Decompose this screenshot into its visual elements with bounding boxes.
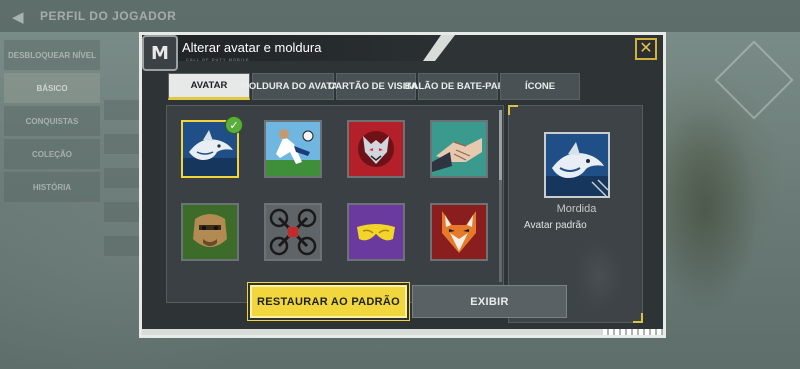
tab-bar: AVATAR MOLDURA DO AVATAR CARTÃO DE VISIT… xyxy=(168,73,580,100)
dialog-subtitle: CALL OF DUTY MOBILE xyxy=(186,57,250,62)
avatar-item-gorilla[interactable] xyxy=(181,203,239,261)
preview-avatar-description: Avatar padrão xyxy=(524,220,587,231)
purple-goggles-avatar-icon xyxy=(349,205,403,259)
menu-item-achievements[interactable]: CONQUISTAS xyxy=(4,106,100,136)
grid-scrollbar[interactable] xyxy=(499,110,502,282)
fox-mask-avatar-icon xyxy=(432,205,486,259)
show-button[interactable]: EXIBIR xyxy=(412,285,567,318)
restore-default-button[interactable]: RESTAURAR AO PADRÃO xyxy=(250,285,407,318)
avatar-grid: ✓ xyxy=(166,105,504,303)
menu-item-unlock-level[interactable]: DESBLOQUEAR NÍVEL xyxy=(4,40,100,70)
background-side-menu: DESBLOQUEAR NÍVEL BÁSICO CONQUISTAS COLE… xyxy=(4,40,100,205)
avatar-item-fox[interactable] xyxy=(430,203,488,261)
preview-avatar-name: Mordida xyxy=(556,203,597,215)
menu-item-basic[interactable]: BÁSICO xyxy=(4,73,100,103)
close-icon: ✕ xyxy=(639,40,653,57)
background-page-title: PERFIL DO JOGADOR xyxy=(40,9,177,23)
background-header: ◀ PERFIL DO JOGADOR xyxy=(0,0,800,32)
avatar-item-demon-wolf[interactable] xyxy=(347,120,405,178)
avatar-item-soccer[interactable] xyxy=(264,120,322,178)
gorilla-mask-avatar-icon xyxy=(183,205,237,259)
handshake-avatar-icon xyxy=(432,122,486,176)
cod-logo-icon: M xyxy=(142,35,178,71)
demon-wolf-avatar-icon xyxy=(349,122,403,176)
soccer-player-avatar-icon xyxy=(266,122,320,176)
logo-letter: M xyxy=(151,42,169,64)
background-side-column xyxy=(104,100,140,270)
tab-icon[interactable]: ÍCONE xyxy=(500,73,580,100)
back-arrow-icon[interactable]: ◀ xyxy=(12,8,24,26)
tab-avatar-frame[interactable]: MOLDURA DO AVATAR xyxy=(241,73,345,100)
dialog-title-bar: M Alterar avatar e moldura CALL OF DUTY … xyxy=(142,35,663,71)
menu-item-collection[interactable]: COLEÇÃO xyxy=(4,139,100,169)
dialog-title: Alterar avatar e moldura xyxy=(182,40,322,55)
scrollbar-thumb[interactable] xyxy=(499,110,502,180)
avatar-item-goggles[interactable] xyxy=(347,203,405,261)
tab-avatar[interactable]: AVATAR xyxy=(168,73,250,100)
change-avatar-dialog: M Alterar avatar e moldura CALL OF DUTY … xyxy=(139,32,666,338)
avatar-item-handshake[interactable] xyxy=(430,120,488,178)
dialog-bottom-bar xyxy=(142,329,663,335)
selected-check-icon: ✓ xyxy=(225,116,243,134)
avatar-item-drone[interactable] xyxy=(264,203,322,261)
close-button[interactable]: ✕ xyxy=(635,38,657,60)
menu-item-history[interactable]: HISTÓRIA xyxy=(4,172,100,202)
drone-avatar-icon xyxy=(266,205,320,259)
tab-chat-bubble[interactable]: BALÃO DE BATE-PAPO xyxy=(405,73,511,100)
preview-shark-avatar-icon xyxy=(544,132,610,198)
